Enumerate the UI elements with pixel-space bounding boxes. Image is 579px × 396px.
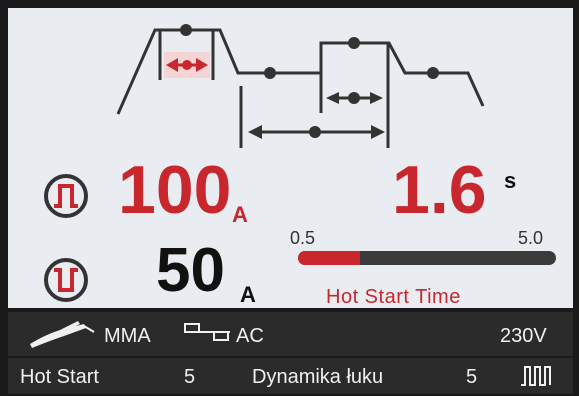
cycle-nodes (180, 24, 439, 138)
slider-fill (298, 251, 360, 265)
secondary-current-value: 50 (156, 236, 225, 305)
arc-force-value: 5 (466, 366, 478, 388)
secondary-current-unit: A (240, 282, 256, 307)
cycle-curve (116, 28, 485, 148)
electrode-holder-icon (30, 321, 95, 348)
hot-start-label: Hot Start (20, 366, 99, 388)
process-label: MMA (104, 325, 151, 347)
slider-min-label: 0.5 (290, 228, 316, 248)
time-value: 1.6 (392, 152, 487, 228)
slider-max-label: 5.0 (518, 228, 544, 248)
pulse-low-icon (44, 258, 88, 302)
primary-current-value: 100 (118, 152, 232, 228)
mode-label: AC (236, 325, 264, 347)
info-bar: Hot Start 5 Dynamika łuku 5 (8, 358, 573, 394)
primary-current-unit: A (232, 202, 248, 227)
time-unit: s (504, 168, 517, 193)
hot-start-time-slider[interactable] (298, 251, 556, 265)
arc-force-label: Dynamika łuku (252, 366, 384, 388)
pulse-mode-icon (521, 366, 551, 386)
status-bar: MMA AC 230V (8, 312, 573, 356)
parameter-label: Hot Start Time (326, 286, 461, 308)
welder-display: 100 A 50 A 1.6 s 0.5 5.0 Hot Start Time … (0, 0, 579, 396)
voltage-label: 230V (500, 325, 547, 347)
welding-cycle-diagram (116, 24, 485, 148)
hot-start-marker (164, 52, 210, 78)
hot-start-value: 5 (184, 366, 196, 388)
ac-waveform-icon (184, 323, 230, 341)
pulse-high-icon (44, 174, 88, 218)
main-panel: 100 A 50 A 1.6 s 0.5 5.0 Hot Start Time (8, 8, 573, 308)
